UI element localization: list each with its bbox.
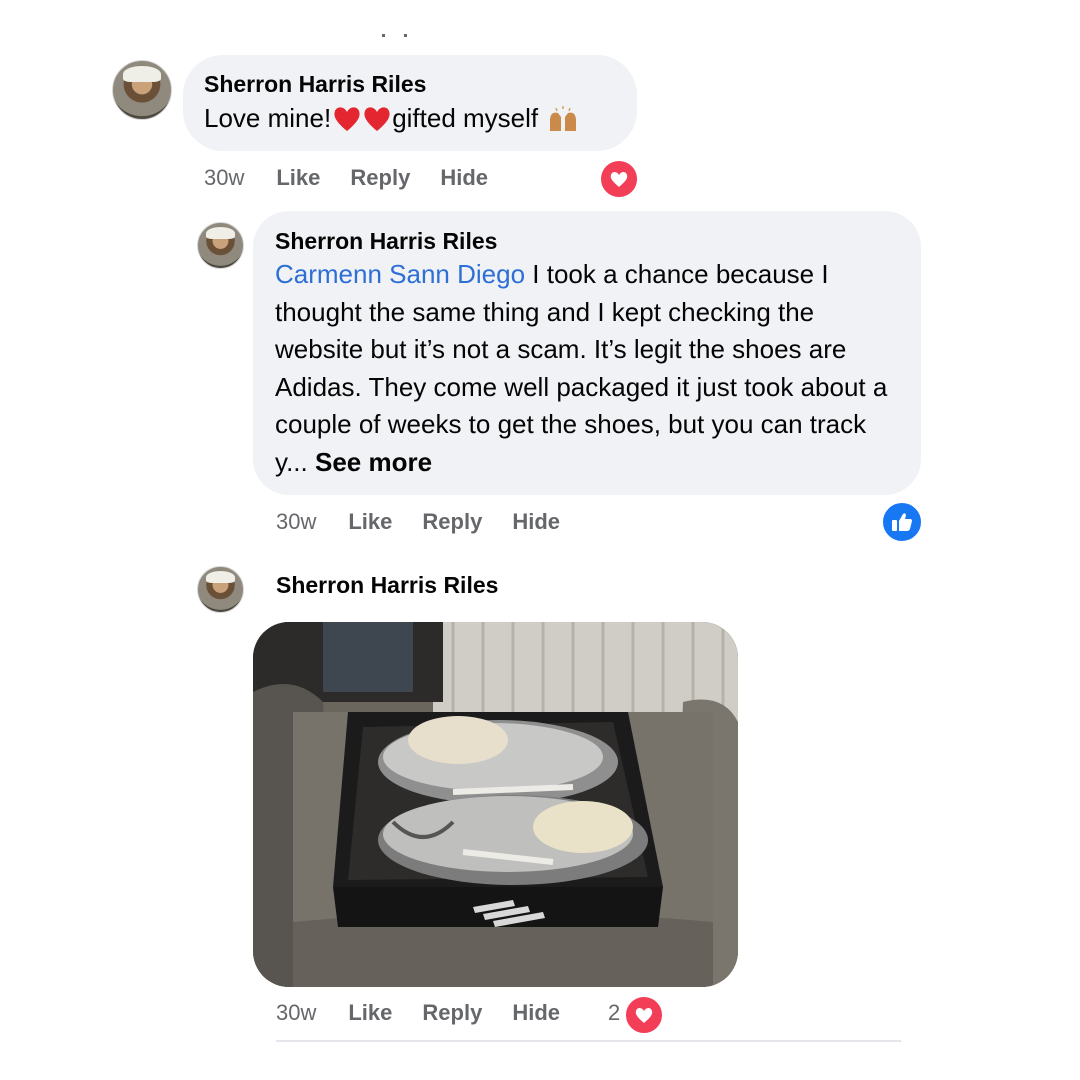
comment-author[interactable]: Sherron Harris Riles bbox=[276, 572, 498, 599]
red-heart-emoji bbox=[332, 105, 362, 133]
hide-button[interactable]: Hide bbox=[512, 1000, 560, 1026]
comment-author[interactable]: Sherron Harris Riles bbox=[204, 71, 426, 98]
like-button[interactable]: Like bbox=[348, 509, 392, 535]
comment-photo[interactable] bbox=[253, 622, 738, 987]
reaction-count[interactable]: 2 bbox=[608, 1000, 620, 1026]
shoe-box-image bbox=[253, 622, 738, 987]
comment-actions: 30w Like Reply Hide bbox=[276, 1000, 560, 1026]
comment-bubble: Sherron Harris Riles Love mine! gifted m… bbox=[183, 55, 637, 151]
raising-hands-emoji bbox=[546, 105, 580, 133]
see-more-link[interactable]: See more bbox=[315, 447, 432, 477]
hide-button[interactable]: Hide bbox=[512, 509, 560, 535]
divider bbox=[276, 1040, 901, 1042]
like-reaction-icon[interactable] bbox=[880, 500, 924, 544]
comment-text-end: gifted myself bbox=[392, 103, 539, 133]
red-heart-emoji bbox=[362, 105, 392, 133]
comment-body: I took a chance because I thought the sa… bbox=[275, 259, 888, 477]
comment-text: Carmenn Sann Diego I took a chance becau… bbox=[275, 256, 905, 481]
reply-button[interactable]: Reply bbox=[350, 165, 410, 191]
avatar[interactable] bbox=[112, 60, 172, 120]
comment-text: Love mine! gifted myself bbox=[204, 100, 580, 138]
comment-author[interactable]: Sherron Harris Riles bbox=[275, 228, 497, 255]
comment-actions: 30w Like Reply Hide bbox=[204, 165, 488, 191]
like-button[interactable]: Like bbox=[348, 1000, 392, 1026]
previous-comment-remnant bbox=[382, 28, 422, 38]
reply-button[interactable]: Reply bbox=[422, 509, 482, 535]
comment-actions: 30w Like Reply Hide bbox=[276, 509, 560, 535]
hide-button[interactable]: Hide bbox=[440, 165, 488, 191]
love-reaction-icon[interactable] bbox=[598, 158, 640, 200]
comment-timestamp[interactable]: 30w bbox=[276, 509, 316, 535]
comment-bubble: Sherron Harris Riles Carmenn Sann Diego … bbox=[253, 211, 921, 495]
love-reaction-icon[interactable] bbox=[623, 994, 665, 1036]
reply-button[interactable]: Reply bbox=[422, 1000, 482, 1026]
mention-link[interactable]: Carmenn Sann Diego bbox=[275, 259, 525, 289]
comment-text-start: Love mine! bbox=[204, 103, 332, 133]
comment-timestamp[interactable]: 30w bbox=[276, 1000, 316, 1026]
avatar[interactable] bbox=[197, 566, 244, 613]
like-button[interactable]: Like bbox=[276, 165, 320, 191]
avatar[interactable] bbox=[197, 222, 244, 269]
comment-timestamp[interactable]: 30w bbox=[204, 165, 244, 191]
